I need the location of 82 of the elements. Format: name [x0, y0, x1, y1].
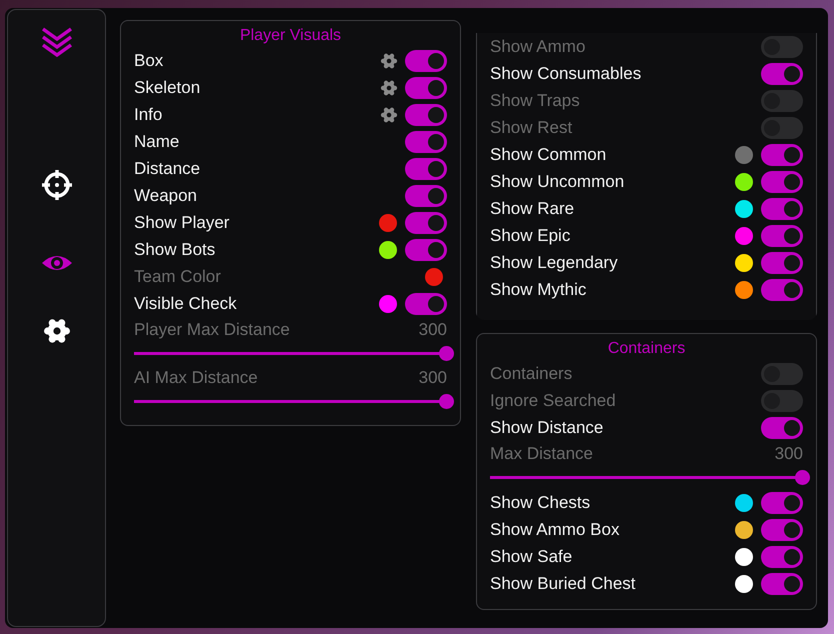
- option-label: Info: [134, 104, 164, 126]
- option-label: Show Epic: [490, 224, 572, 247]
- toggle-switch[interactable]: [761, 546, 803, 568]
- color-swatch[interactable]: [379, 214, 397, 232]
- option-label: Show Common: [490, 144, 608, 166]
- slider-track[interactable]: [134, 346, 454, 361]
- toggle-switch[interactable]: [761, 198, 803, 220]
- toggle-switch[interactable]: [405, 212, 447, 234]
- color-swatch[interactable]: [735, 226, 753, 244]
- toggle-switch[interactable]: [405, 50, 447, 72]
- option-label: Containers: [490, 362, 574, 385]
- panel-title: Player Visuals: [238, 26, 342, 46]
- color-swatch[interactable]: [735, 146, 753, 164]
- slider-handle[interactable]: [439, 346, 454, 361]
- option-label: Show Rare: [490, 198, 576, 220]
- panel-title: Containers: [606, 339, 686, 359]
- option-label: Skeleton: [134, 76, 202, 99]
- toggle-switch[interactable]: [761, 252, 803, 274]
- slider-value: 300: [774, 443, 803, 466]
- option-label: Show Mythic: [490, 278, 588, 301]
- option-label: Show Ammo: [490, 36, 586, 58]
- option-label: Team Color: [134, 266, 222, 288]
- color-swatch[interactable]: [735, 520, 753, 538]
- toggle-switch[interactable]: [761, 518, 803, 540]
- color-swatch[interactable]: [735, 172, 753, 190]
- toggle-switch[interactable]: [761, 572, 803, 594]
- toggle-switch[interactable]: [405, 130, 447, 152]
- option-label: Show Rest: [490, 116, 574, 139]
- color-swatch[interactable]: [735, 200, 753, 218]
- slider-handle[interactable]: [439, 394, 454, 409]
- option-label: Show Legendary: [490, 252, 619, 274]
- option-label: Weapon: [134, 184, 198, 207]
- toggle-switch[interactable]: [761, 90, 803, 112]
- option-label: Show Uncommon: [490, 170, 626, 193]
- option-label: Show Chests: [490, 492, 592, 514]
- color-swatch[interactable]: [735, 574, 753, 592]
- toggle-switch[interactable]: [405, 158, 447, 180]
- color-swatch[interactable]: [735, 548, 753, 566]
- toggle-switch[interactable]: [761, 170, 803, 192]
- option-label: Ignore Searched: [490, 390, 617, 412]
- toggle-switch[interactable]: [405, 292, 447, 314]
- option-label: Distance: [134, 158, 202, 180]
- option-label: Show Player: [134, 212, 230, 234]
- slider-value: 300: [418, 367, 447, 390]
- toggle-switch[interactable]: [761, 492, 803, 514]
- option-label: Name: [134, 130, 180, 153]
- option-label: Show Safe: [490, 546, 574, 568]
- toggle-switch[interactable]: [761, 278, 803, 300]
- toggle-switch[interactable]: [761, 144, 803, 166]
- option-label: Show Distance: [490, 416, 604, 439]
- option-label: Show Buried Chest: [490, 572, 637, 595]
- slider-handle[interactable]: [795, 470, 810, 485]
- option-label: Box: [134, 50, 164, 72]
- option-label: Visible Check: [134, 292, 238, 315]
- color-swatch[interactable]: [735, 494, 753, 512]
- toggle-switch[interactable]: [761, 362, 803, 384]
- toggle-switch[interactable]: [761, 62, 803, 84]
- toggle-switch[interactable]: [405, 184, 447, 206]
- slider-track[interactable]: [134, 394, 454, 409]
- color-swatch[interactable]: [379, 240, 397, 258]
- slider-label: AI Max Distance: [134, 367, 259, 390]
- toggle-switch[interactable]: [761, 116, 803, 138]
- option-label: Show Consumables: [490, 62, 642, 85]
- toggle-switch[interactable]: [761, 390, 803, 412]
- toggle-switch[interactable]: [761, 416, 803, 438]
- color-swatch[interactable]: [379, 294, 397, 312]
- color-swatch[interactable]: [735, 254, 753, 272]
- toggle-switch[interactable]: [405, 104, 447, 126]
- option-label: Show Traps: [490, 90, 581, 112]
- chevron-logo-icon: [40, 26, 74, 60]
- slider-label: Player Max Distance: [134, 319, 291, 342]
- option-label: Show Ammo Box: [490, 518, 620, 541]
- color-swatch[interactable]: [735, 280, 753, 298]
- toggle-switch[interactable]: [405, 238, 447, 260]
- option-label: Show Bots: [134, 238, 216, 261]
- slider-label: Max Distance: [490, 443, 594, 466]
- slider-value: 300: [418, 319, 447, 342]
- toggle-switch[interactable]: [405, 76, 447, 98]
- toggle-switch[interactable]: [761, 36, 803, 58]
- crosshair-icon[interactable]: [40, 168, 74, 202]
- slider-track[interactable]: [490, 470, 810, 485]
- toggle-switch[interactable]: [761, 224, 803, 246]
